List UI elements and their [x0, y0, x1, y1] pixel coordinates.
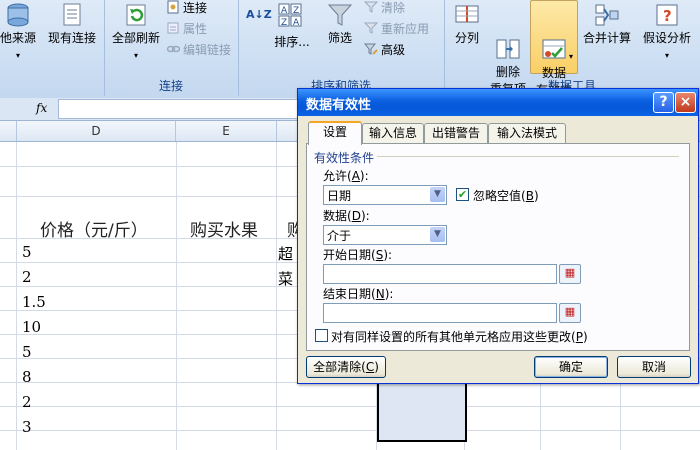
connection-icon	[166, 0, 180, 14]
svg-text:Z: Z	[293, 6, 299, 16]
start-date-input[interactable]	[323, 264, 557, 284]
section-validation-criteria: 有效性条件	[314, 151, 375, 165]
text-to-columns-button[interactable]: 分列	[446, 2, 488, 47]
chevron-down-icon: ▾	[568, 52, 573, 61]
refresh-icon	[123, 2, 149, 28]
link-icon	[166, 42, 181, 56]
ribbon-group-data-tools: 分列 删除 重复项 数据 有效性 ▾ 合并计算 ? 假设分析 ▾	[444, 0, 700, 97]
cell-price-2[interactable]: 2	[22, 268, 32, 286]
formula-input[interactable]	[58, 99, 300, 119]
clear-filter-button[interactable]: 清除	[363, 0, 405, 16]
sort-button[interactable]: 排序...	[268, 34, 316, 51]
data-validation-button[interactable]: 数据 有效性 ▾	[530, 0, 578, 97]
properties-icon	[166, 21, 180, 35]
cell-price-5[interactable]: 5	[22, 343, 32, 361]
data-label: 数据(D):	[323, 209, 370, 223]
cell-partial-1[interactable]: 超	[278, 243, 293, 264]
data-validation-icon	[541, 20, 567, 59]
connections-button[interactable]: 连接	[166, 0, 207, 16]
ok-button[interactable]: 确定	[534, 356, 608, 378]
dialog-title: 数据有效性	[306, 98, 372, 113]
advanced-filter-icon	[363, 42, 378, 56]
other-source-button[interactable]: 他来源 ▾	[0, 2, 40, 64]
chevron-down-icon: ▾	[133, 51, 138, 60]
existing-connections-button[interactable]: 现有连接	[44, 2, 100, 47]
allow-select[interactable]: 日期 ▼	[323, 185, 447, 205]
cell-price-3[interactable]: 1.5	[22, 293, 46, 311]
range-select-icon[interactable]: ▦	[559, 303, 581, 323]
range-select-icon[interactable]: ▦	[559, 264, 581, 284]
sort-dialog-icon: AZZA	[277, 2, 303, 28]
reapply-icon	[363, 21, 379, 35]
cell-price-7[interactable]: 2	[22, 393, 32, 411]
selected-cell-range[interactable]	[377, 380, 467, 442]
start-date-label: 开始日期(S):	[323, 248, 393, 262]
close-button[interactable]: ×	[675, 92, 696, 113]
dialog-titlebar[interactable]: 数据有效性 ? ×	[298, 89, 698, 116]
cell-price-8[interactable]: 3	[22, 418, 32, 436]
cell-price-6[interactable]: 8	[22, 368, 32, 386]
help-button[interactable]: ?	[653, 92, 674, 113]
end-date-input[interactable]	[323, 303, 557, 323]
clear-filter-icon	[363, 0, 379, 14]
edit-links-button[interactable]: 编辑链接	[166, 42, 231, 58]
sort-az-button[interactable]: A↓Z	[246, 6, 272, 23]
tab-settings[interactable]: 设置	[308, 121, 362, 145]
tab-error-alert[interactable]: 出错警告	[424, 123, 488, 143]
group-title-connections: 连接	[158, 79, 183, 93]
sort-custom-icon-button[interactable]: AZZA	[274, 2, 306, 30]
ribbon: 他来源 ▾ 现有连接 全部刷新 ▾ 连接 属性 编辑链接 连接 A↓Z A Z …	[0, 0, 700, 99]
consolidate-icon	[594, 2, 620, 28]
settings-panel: 有效性条件 允许(A): 日期 ▼ ✔ 忽略空值(B) 数据(D): 介于 ▼ …	[306, 143, 690, 351]
clear-all-button[interactable]: 全部清除(C)	[306, 356, 386, 378]
ribbon-group-external-data: 他来源 ▾ 现有连接	[0, 0, 105, 96]
filter-icon	[327, 2, 353, 28]
ignore-blank-checkbox[interactable]: ✔	[456, 188, 469, 201]
data-validation-dialog: 数据有效性 ? × 设置 输入信息 出错警告 输入法模式 有效性条件 允许(A)…	[297, 88, 699, 384]
tab-ime-mode[interactable]: 输入法模式	[488, 123, 566, 143]
cell-header-buy-fruit[interactable]: 购买水果	[190, 216, 258, 241]
cell-price-1[interactable]: 5	[22, 243, 32, 261]
ribbon-group-connections: 全部刷新 ▾ 连接 属性 编辑链接 连接	[104, 0, 239, 96]
advanced-filter-button[interactable]: 高级	[363, 42, 405, 58]
svg-text:?: ?	[663, 7, 672, 25]
sort-ascending-icon: A↓Z	[246, 8, 272, 21]
chevron-down-icon: ▾	[15, 51, 20, 60]
svg-text:A: A	[293, 18, 300, 28]
allow-label: 允许(A):	[323, 169, 369, 183]
consolidate-button[interactable]: 合并计算	[578, 2, 636, 47]
apply-all-checkbox[interactable]	[315, 329, 328, 342]
database-icon	[5, 2, 31, 28]
column-header-d[interactable]: D	[17, 121, 176, 141]
ignore-blank-label: 忽略空值(B)	[473, 189, 539, 203]
select-all-corner[interactable]	[0, 121, 17, 141]
reapply-button[interactable]: 重新应用	[363, 21, 429, 37]
filter-button[interactable]: 筛选	[320, 2, 360, 47]
properties-button[interactable]: 属性	[166, 21, 207, 37]
cell-partial-2[interactable]: 菜	[278, 268, 293, 289]
chevron-down-icon[interactable]: ▼	[430, 227, 445, 242]
ribbon-group-sort-filter: A↓Z AZZA 排序... 筛选 清除 重新应用 高级 排序和筛选	[238, 0, 445, 96]
cancel-button[interactable]: 取消	[617, 356, 691, 378]
remove-duplicates-icon	[495, 19, 521, 59]
apply-all-label: 对有同样设置的所有其他单元格应用这些更改(P)	[331, 330, 588, 344]
function-icon[interactable]: fx	[36, 101, 47, 115]
refresh-all-button[interactable]: 全部刷新 ▾	[108, 2, 164, 64]
document-icon	[59, 2, 85, 28]
tab-input-message[interactable]: 输入信息	[362, 123, 424, 143]
section-divider	[377, 156, 679, 157]
cell-header-price[interactable]: 价格（元/斤）	[40, 216, 148, 241]
split-columns-icon	[454, 2, 480, 28]
cell-price-4[interactable]: 10	[22, 318, 41, 336]
data-select[interactable]: 介于 ▼	[323, 225, 447, 245]
what-if-icon: ?	[654, 2, 680, 28]
chevron-down-icon: ▾	[664, 51, 669, 60]
svg-text:Z: Z	[281, 18, 287, 28]
chevron-down-icon[interactable]: ▼	[430, 187, 445, 202]
end-date-label: 结束日期(N):	[323, 287, 394, 301]
svg-text:A: A	[281, 6, 288, 16]
column-header-e[interactable]: E	[176, 121, 277, 141]
what-if-analysis-button[interactable]: ? 假设分析 ▾	[636, 2, 698, 64]
